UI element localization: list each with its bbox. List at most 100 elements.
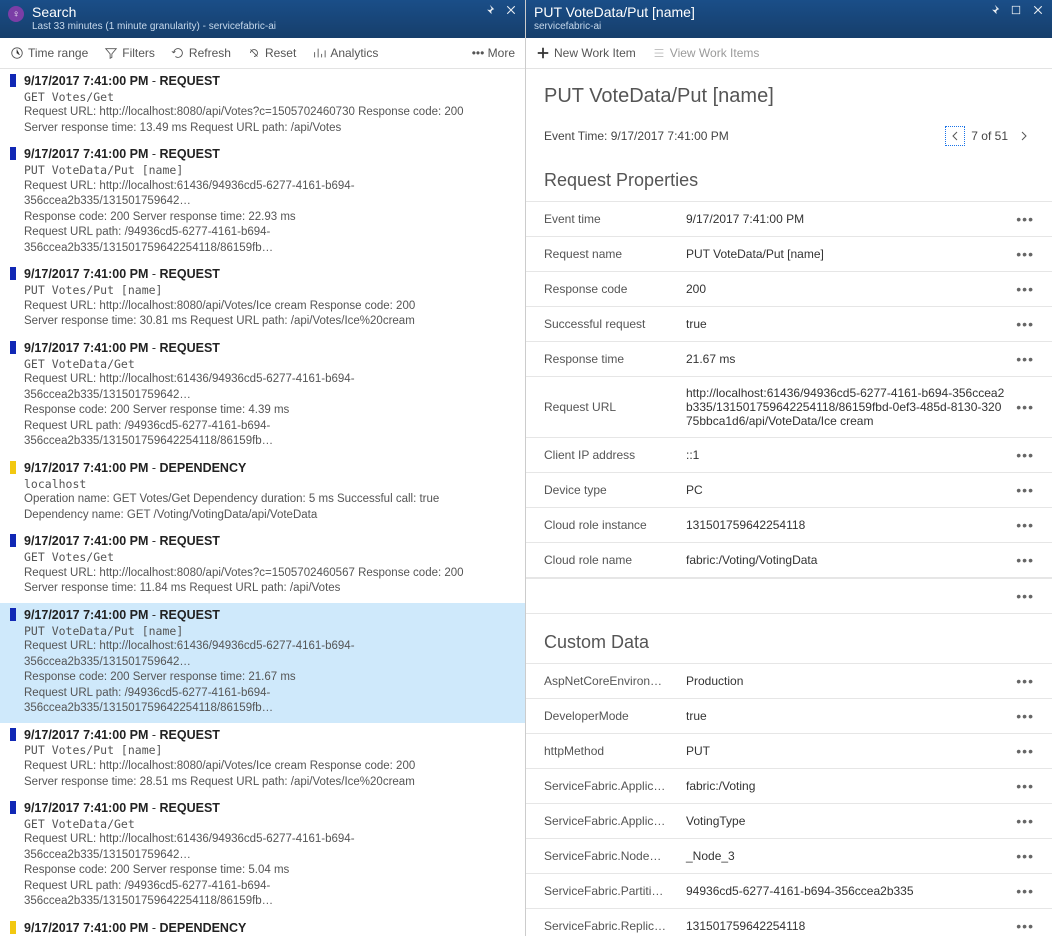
dependency-marker (10, 921, 16, 934)
event-time-value: 9/17/2017 7:41:00 PM (611, 129, 729, 143)
property-row: ServiceFabric.Partiti…94936cd5-6277-4161… (526, 873, 1052, 908)
entry-kind: DEPENDENCY (160, 921, 247, 935)
close-icon[interactable] (1032, 4, 1044, 16)
entry-detail-line: Dependency name: GET /Voting/VotingData/… (24, 508, 519, 524)
more-icon[interactable]: ••• (1016, 918, 1034, 934)
more-icon[interactable]: ••• (1016, 813, 1034, 829)
property-value: PUT (686, 744, 1004, 758)
request-marker (10, 534, 16, 547)
filters-button[interactable]: Filters (104, 46, 155, 60)
more-icon[interactable]: ••• (1016, 316, 1034, 332)
entry-detail-line: Request URL: http://localhost:8080/api/V… (24, 566, 519, 582)
search-result-entry[interactable]: 9/17/2017 7:41:00 PM - REQUESTPUT VoteDa… (0, 142, 525, 262)
entry-detail-line: Server response time: 30.81 ms Request U… (24, 314, 519, 330)
search-results-list[interactable]: 9/17/2017 7:41:00 PM - REQUESTGET Votes/… (0, 69, 525, 936)
property-row: .. ••• (526, 578, 1052, 614)
more-icon[interactable]: ••• (1016, 281, 1034, 297)
entry-detail-line: Response code: 200 Server response time:… (24, 670, 519, 686)
more-icon[interactable]: ••• (1016, 588, 1034, 604)
entry-operation: PUT VoteData/Put [name] (24, 624, 519, 640)
property-key: Device type (544, 483, 674, 497)
search-result-entry[interactable]: 9/17/2017 7:41:00 PM - REQUESTPUT Votes/… (0, 262, 525, 335)
entry-timestamp: 9/17/2017 7:41:00 PM (24, 267, 148, 281)
entry-operation: GET Votes/Get (24, 550, 519, 566)
more-button[interactable]: ••• More (472, 46, 515, 60)
property-value: _Node_3 (686, 849, 1004, 863)
search-result-entry[interactable]: 9/17/2017 7:41:00 PM - DEPENDENCYlocalho… (0, 916, 525, 936)
clock-icon (10, 46, 24, 60)
entry-timestamp: 9/17/2017 7:41:00 PM (24, 608, 148, 622)
search-result-entry[interactable]: 9/17/2017 7:41:00 PM - REQUESTGET VoteDa… (0, 796, 525, 916)
property-key: Response code (544, 282, 674, 296)
property-row: ServiceFabric.Node…_Node_3••• (526, 838, 1052, 873)
search-result-entry[interactable]: 9/17/2017 7:41:00 PM - REQUESTPUT Votes/… (0, 723, 525, 796)
analytics-button[interactable]: Analytics (312, 46, 378, 60)
more-icon[interactable]: ••• (1016, 517, 1034, 533)
entry-detail-line: Server response time: 11.84 ms Request U… (24, 581, 519, 597)
pager-next-button[interactable] (1014, 126, 1034, 146)
more-icon[interactable]: ••• (1016, 848, 1034, 864)
property-row: Event time9/17/2017 7:41:00 PM••• (526, 201, 1052, 236)
request-marker (10, 147, 16, 160)
property-row: DeveloperModetrue••• (526, 698, 1052, 733)
entry-kind: REQUEST (160, 728, 220, 742)
time-range-button[interactable]: Time range (10, 46, 88, 60)
request-marker (10, 267, 16, 280)
list-icon (652, 46, 666, 60)
pager-prev-button[interactable] (945, 126, 965, 146)
property-value: 131501759642254118 (686, 919, 1004, 933)
request-marker (10, 728, 16, 741)
new-work-item-button[interactable]: New Work Item (536, 46, 636, 60)
more-icon[interactable]: ••• (1016, 708, 1034, 724)
pin-icon[interactable] (483, 4, 495, 16)
detail-titlebar: PUT VoteData/Put [name] servicefabric-ai (526, 0, 1052, 38)
property-value: fabric:/Voting/VotingData (686, 553, 1004, 567)
more-icon[interactable]: ••• (1016, 447, 1034, 463)
property-value: PUT VoteData/Put [name] (686, 247, 1004, 261)
entry-kind: REQUEST (160, 147, 220, 161)
property-row: ServiceFabric.Applic…VotingType••• (526, 803, 1052, 838)
maximize-icon[interactable] (1010, 4, 1022, 16)
more-icon[interactable]: ••• (1016, 246, 1034, 262)
custom-data-heading: Custom Data (526, 614, 1052, 663)
more-icon[interactable]: ••• (1016, 482, 1034, 498)
event-time-label: Event Time: (544, 129, 607, 143)
request-marker (10, 74, 16, 87)
search-title: Search (32, 4, 483, 20)
property-key: ServiceFabric.Applic… (544, 814, 674, 828)
more-icon[interactable]: ••• (1016, 552, 1034, 568)
property-key: Request URL (544, 400, 674, 414)
search-result-entry[interactable]: 9/17/2017 7:41:00 PM - REQUESTGET VoteDa… (0, 336, 525, 456)
property-row: Cloud role instance131501759642254118••• (526, 507, 1052, 542)
entry-timestamp: 9/17/2017 7:41:00 PM (24, 801, 148, 815)
entry-operation: GET VoteData/Get (24, 357, 519, 373)
search-result-entry[interactable]: 9/17/2017 7:41:00 PM - REQUESTPUT VoteDa… (0, 603, 525, 723)
property-row: Request namePUT VoteData/Put [name]••• (526, 236, 1052, 271)
entry-detail-line: Request URL: http://localhost:61436/9493… (24, 832, 519, 863)
refresh-button[interactable]: Refresh (171, 46, 231, 60)
search-result-entry[interactable]: 9/17/2017 7:41:00 PM - REQUESTGET Votes/… (0, 529, 525, 602)
reset-button[interactable]: Reset (247, 46, 296, 60)
property-row: Cloud role namefabric:/Voting/VotingData… (526, 542, 1052, 578)
entry-detail-line: Request URL path: /94936cd5-6277-4161-b6… (24, 686, 519, 717)
search-result-entry[interactable]: 9/17/2017 7:41:00 PM - DEPENDENCYlocalho… (0, 456, 525, 529)
more-icon[interactable]: ••• (1016, 211, 1034, 227)
entry-detail-line: Request URL: http://localhost:8080/api/V… (24, 299, 519, 315)
entry-detail-line: Response code: 200 Server response time:… (24, 210, 519, 226)
more-icon[interactable]: ••• (1016, 351, 1034, 367)
search-result-entry[interactable]: 9/17/2017 7:41:00 PM - REQUESTGET Votes/… (0, 69, 525, 142)
property-key: httpMethod (544, 744, 674, 758)
property-key: Response time (544, 352, 674, 366)
property-key: DeveloperMode (544, 709, 674, 723)
pager-row: Event Time: 9/17/2017 7:41:00 PM 7 of 51 (526, 108, 1052, 164)
more-icon[interactable]: ••• (1016, 743, 1034, 759)
property-row: Request URLhttp://localhost:61436/94936c… (526, 376, 1052, 437)
more-icon[interactable]: ••• (1016, 883, 1034, 899)
pin-icon[interactable] (988, 4, 1000, 16)
more-icon[interactable]: ••• (1016, 399, 1034, 415)
more-icon[interactable]: ••• (1016, 673, 1034, 689)
entry-kind: REQUEST (160, 801, 220, 815)
more-icon[interactable]: ••• (1016, 778, 1034, 794)
detail-toolbar: New Work Item View Work Items (526, 38, 1052, 69)
close-icon[interactable] (505, 4, 517, 16)
